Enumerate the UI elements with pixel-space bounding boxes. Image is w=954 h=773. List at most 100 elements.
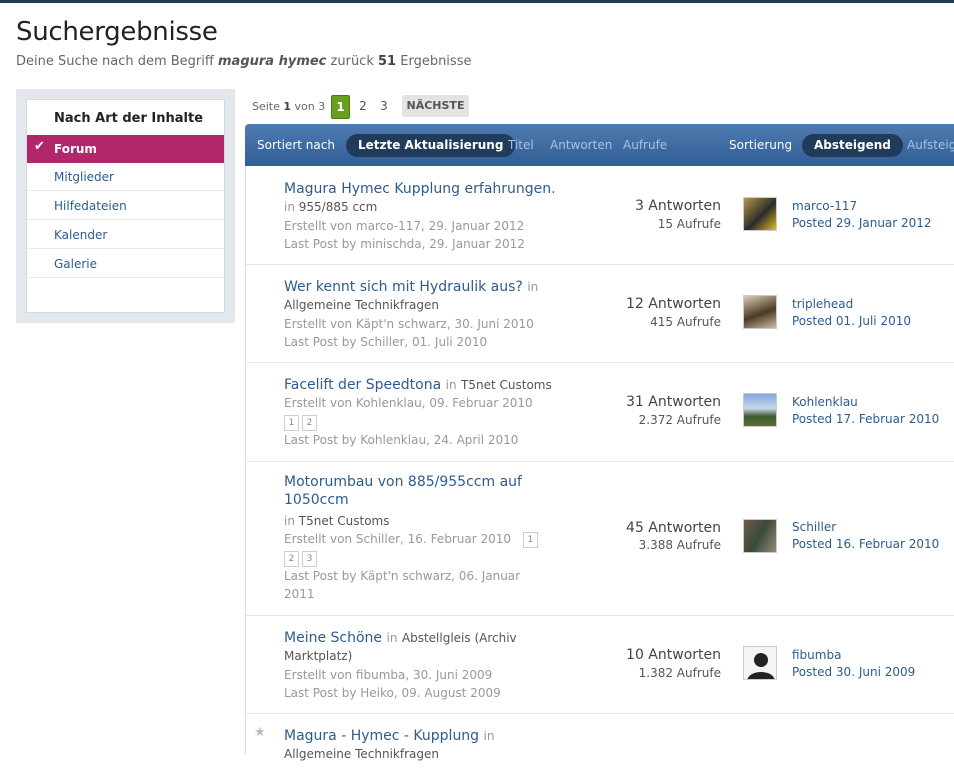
topic-title[interactable]: Magura Hymec Kupplung erfahrungen. xyxy=(284,180,556,198)
topic-title[interactable]: Facelift der Speedtona xyxy=(284,377,441,393)
search-query: magura hymec xyxy=(218,54,327,69)
page-label-mid: von xyxy=(294,100,315,113)
in-label: in xyxy=(284,514,295,528)
forum-link[interactable]: T5net Customs xyxy=(461,378,552,392)
topic-title-line1: Motorumbau von 885/955ccm auf xyxy=(284,474,522,490)
forum-name: Allgemeine Technikfragen xyxy=(284,298,439,312)
in-label: in xyxy=(445,378,457,392)
sort-title[interactable]: Titel xyxy=(508,138,534,152)
avatar[interactable] xyxy=(743,197,777,231)
in-label: in xyxy=(284,200,295,214)
topic-page-1[interactable]: 1 xyxy=(284,414,299,431)
topic-page-2[interactable]: 2 xyxy=(302,414,317,431)
view-count: 415 Aufrufe xyxy=(650,315,721,329)
page-1-button[interactable]: 1 xyxy=(331,95,350,119)
in-label: in xyxy=(527,280,539,294)
page-title: Suchergebnisse xyxy=(16,17,218,47)
page-info: Seite 1 von 3 xyxy=(252,100,325,113)
topic-forum-line: in T5net Customs xyxy=(284,512,389,530)
topic-created-line: Erstellt von Schiller, 16. Februar 2010 … xyxy=(284,530,541,548)
topic-last-post: Last Post by Schiller, 01. Juli 2010 xyxy=(284,335,488,349)
avatar[interactable] xyxy=(743,295,777,329)
poster-name[interactable]: marco-117 xyxy=(792,199,857,213)
current-page: 1 xyxy=(283,100,292,113)
topic-pages: 23 xyxy=(284,549,320,567)
summary-mid: zurück xyxy=(330,54,374,69)
filter-item-mitglieder[interactable]: Mitglieder xyxy=(27,163,224,191)
reply-count: 12 Antworten xyxy=(626,296,721,312)
topic-last-post: Last Post by Käpt'n schwarz, 06. Januar … xyxy=(284,567,520,603)
filter-item-kalender[interactable]: Kalender xyxy=(27,221,224,249)
result-row: Meine Schöne in Abstellgleis (Archiv Mar… xyxy=(246,615,954,714)
topic-page-2[interactable]: 2 xyxy=(284,550,299,567)
topic-title-line: Meine Schöne in Abstellgleis (Archiv xyxy=(284,629,517,647)
topic-last-post: Last Post by minischda, 29. Januar 2012 xyxy=(284,237,525,251)
forum-name: Marktplatz) xyxy=(284,649,353,663)
order-descending[interactable]: Absteigend xyxy=(802,134,903,157)
topic-page-3[interactable]: 3 xyxy=(302,550,317,567)
poster-name[interactable]: fibumba xyxy=(792,648,841,662)
filter-item-label: Mitglieder xyxy=(54,170,114,184)
summary-prefix: Deine Suche nach dem Begriff xyxy=(16,54,214,69)
topic-title-line: Facelift der Speedtona in T5net Customs xyxy=(284,376,552,394)
content-type-box: Nach Art der Inhalte ✔ Forum Mitglieder … xyxy=(26,99,225,313)
poster-name[interactable]: Kohlenklau xyxy=(792,395,858,409)
posted-date: Posted 30. Juni 2009 xyxy=(792,665,916,679)
summary-suffix: Ergebnisse xyxy=(400,54,472,69)
star-icon[interactable]: ★ xyxy=(254,725,266,740)
content-type-filter: Nach Art der Inhalte ✔ Forum Mitglieder … xyxy=(16,89,235,323)
reply-count: 45 Antworten xyxy=(626,520,721,536)
topic-created: Erstellt von Schiller, 16. Februar 2010 xyxy=(284,532,511,546)
topic-title[interactable]: Wer kennt sich mit Hydraulik aus? xyxy=(284,279,523,295)
filter-item-forum[interactable]: ✔ Forum xyxy=(27,135,224,163)
filter-item-hilfedateien[interactable]: Hilfedateien xyxy=(27,192,224,220)
filter-item-label: Galerie xyxy=(54,257,98,271)
in-label: in xyxy=(386,631,398,645)
sort-replies[interactable]: Antworten xyxy=(550,138,612,152)
result-row: Wer kennt sich mit Hydraulik aus? in All… xyxy=(246,264,954,363)
topic-created: Erstellt von fibumba, 30. Juni 2009 xyxy=(284,668,493,682)
topic-title[interactable]: Motorumbau von 885/955ccm auf 1050ccm xyxy=(284,473,522,509)
forum-link[interactable]: 955/885 ccm xyxy=(299,200,378,214)
top-bar xyxy=(0,0,954,3)
topic-title-line: Wer kennt sich mit Hydraulik aus? in xyxy=(284,278,538,296)
avatar[interactable] xyxy=(743,646,777,680)
sort-by-label: Sortiert nach xyxy=(257,138,335,152)
forum-link-line2[interactable]: Marktplatz) xyxy=(284,647,352,665)
topic-title[interactable]: Meine Schöne xyxy=(284,630,382,646)
poster-name[interactable]: triplehead xyxy=(792,297,853,311)
posted-date: Posted 16. Februar 2010 xyxy=(792,537,940,551)
order-ascending[interactable]: Aufsteigend xyxy=(907,138,954,152)
view-count: 3.388 Aufrufe xyxy=(638,538,721,552)
page-3-button[interactable]: 3 xyxy=(376,95,392,117)
forum-link[interactable]: Allgemeine Technikfragen xyxy=(284,296,439,314)
forum-link[interactable]: T5net Customs xyxy=(299,514,390,528)
reply-count: 3 Antworten xyxy=(634,198,721,214)
topic-pages: 12 xyxy=(284,413,320,431)
topic-page-1[interactable]: 1 xyxy=(522,531,538,548)
next-page-button[interactable]: NÄCHSTE xyxy=(402,95,469,117)
avatar[interactable] xyxy=(743,393,777,427)
avatar[interactable] xyxy=(743,519,777,553)
filter-item-label: Hilfedateien xyxy=(54,199,127,213)
page-2-button[interactable]: 2 xyxy=(355,95,371,117)
sort-views[interactable]: Aufrufe xyxy=(623,138,667,152)
filter-item-galerie[interactable]: Galerie xyxy=(27,250,224,278)
result-row: ★ Magura - Hymec - Kupplung in Allgemein… xyxy=(246,713,954,773)
sort-last-update[interactable]: Letzte Aktualisierung xyxy=(346,134,516,157)
search-summary: Deine Suche nach dem Begriff magura hyme… xyxy=(16,54,471,69)
result-row: Motorumbau von 885/955ccm auf 1050ccm in… xyxy=(246,461,954,616)
checkmark-icon: ✔ xyxy=(34,139,45,154)
view-count: 15 Aufrufe xyxy=(657,217,721,231)
in-label: in xyxy=(483,729,495,743)
page-label-prefix: Seite xyxy=(252,100,280,113)
topic-created: Erstellt von Käpt'n schwarz, 30. Juni 20… xyxy=(284,317,534,331)
forum-link[interactable]: Allgemeine Technikfragen xyxy=(284,745,439,763)
poster-name[interactable]: Schiller xyxy=(792,520,836,534)
default-avatar-icon xyxy=(747,653,775,679)
forum-link-line1[interactable]: Abstellgleis (Archiv xyxy=(402,631,517,645)
topic-last-post: Last Post by Kohlenklau, 24. April 2010 xyxy=(284,433,519,447)
posted-date: Posted 01. Juli 2010 xyxy=(792,314,911,328)
topic-title[interactable]: Magura - Hymec - Kupplung xyxy=(284,728,479,744)
topic-forum-line: in 955/885 ccm xyxy=(284,198,377,216)
